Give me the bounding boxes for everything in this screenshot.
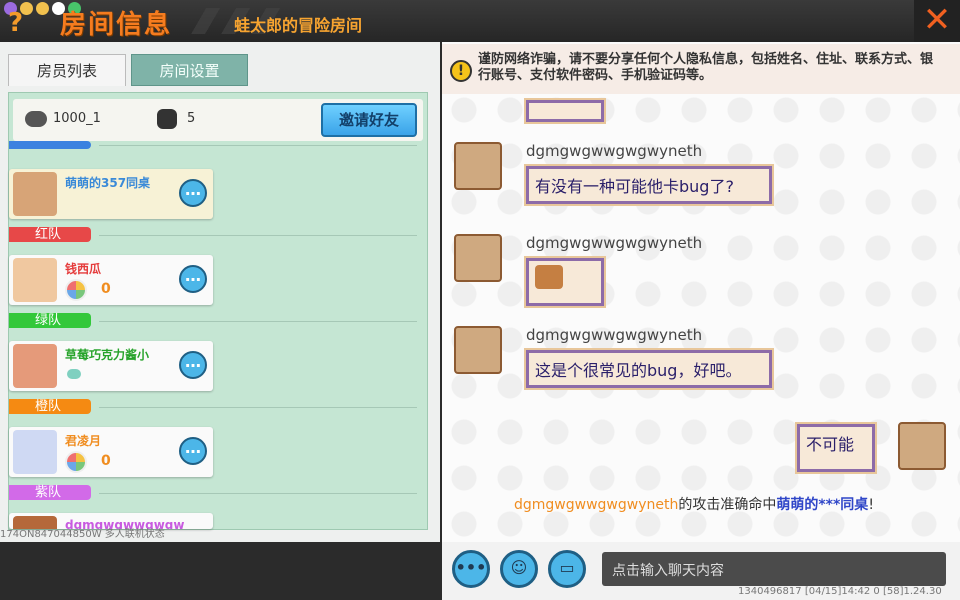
more-button[interactable]: ••• (452, 550, 490, 588)
chat-bubble-partial (526, 100, 604, 122)
meta-info: 1340496817 [04/15]14:42 0 [58]1.24.30 (738, 586, 942, 597)
member-list: 1000_1 5 邀请好友 萌萌的357同桌 … 红队 钱西瓜 0 … 绿队 草… (8, 92, 428, 530)
team-divider (99, 321, 417, 322)
tab-member-list[interactable]: 房员列表 (8, 54, 126, 86)
team-divider (99, 407, 417, 408)
avatar (13, 172, 57, 216)
team-divider (99, 235, 417, 236)
system-text: 的攻击准确命中 (678, 497, 777, 513)
chat-bubble-emoji (526, 258, 604, 306)
room-info-bar: 1000_1 5 邀请好友 (13, 99, 423, 141)
avatar (13, 430, 57, 474)
message-sender: dgmgwgwwgwgwyneth (526, 326, 703, 344)
avatar (13, 344, 57, 388)
member-name: 钱西瓜 (65, 262, 102, 276)
team-label-orange: 橙队 (9, 399, 91, 414)
close-button[interactable]: ✕ (914, 0, 960, 42)
invite-friend-button[interactable]: 邀请好友 (321, 103, 417, 137)
member-score: 0 (101, 281, 111, 297)
member-card[interactable]: 草莓巧克力酱小 … (9, 341, 213, 391)
fraud-warning: ! 谨防网络诈骗，请不要分享任何个人隐私信息，包括姓名、住址、联系方式、银行账号… (442, 44, 960, 94)
avatar (454, 142, 502, 190)
keyboard-button[interactable]: ▭ (548, 550, 586, 588)
system-end: ! (868, 497, 874, 513)
room-id: 1000_1 (53, 111, 101, 126)
cloud-server-icon (25, 111, 47, 127)
player-count: 5 (187, 111, 196, 126)
tab-room-settings[interactable]: 房间设置 (131, 54, 248, 86)
avatar (454, 326, 502, 374)
level-badge-icon (65, 279, 87, 301)
team-divider (99, 145, 417, 146)
chat-bubble-self: 不可能 (797, 424, 875, 472)
member-name: 草莓巧克力酱小 (65, 348, 150, 362)
warning-icon: ! (450, 60, 472, 82)
page-title: 房间信息 (60, 10, 173, 40)
member-panel: 房员列表 房间设置 1000_1 5 邀请好友 萌萌的357同桌 … 红队 钱西… (0, 42, 440, 542)
help-button[interactable]: ? (8, 8, 23, 38)
chat-bubble: 这是个很常见的bug，好吧。 (526, 350, 772, 388)
user-id: 1340496817 (738, 586, 802, 597)
avatar (454, 234, 502, 282)
message-sender: dgmgwgwwgwgwyneth (526, 142, 703, 160)
player-icon (157, 109, 177, 129)
title-bar: ? 房间信息 蛙太郎的冒险房间 ✕ (0, 0, 960, 42)
team-label-green: 绿队 (9, 313, 91, 328)
chat-bubble: 有没有一种可能他卡bug了? (526, 166, 772, 204)
cloud-badge-icon (67, 369, 81, 379)
member-name: 萌萌的357同桌 (65, 176, 151, 190)
member-card[interactable]: 钱西瓜 0 … (9, 255, 213, 305)
emoji-sticker-icon (535, 265, 563, 289)
team-divider (99, 493, 417, 494)
member-card[interactable]: 萌萌的357同桌 … (9, 169, 213, 219)
more-options-button[interactable]: … (179, 351, 207, 379)
member-card[interactable]: 君凌月 0 … (9, 427, 213, 477)
team-label-purple: 紫队 (9, 485, 91, 500)
member-score: 0 (101, 453, 111, 469)
more-options-button[interactable]: … (179, 265, 207, 293)
version: [58]1.24.30 (882, 586, 942, 597)
timestamp: [04/15]14:42 0 (804, 586, 880, 597)
more-options-button[interactable]: … (179, 179, 207, 207)
emoji-button[interactable]: ☺ (500, 550, 538, 588)
more-options-button[interactable]: … (179, 437, 207, 465)
message-sender: dgmgwgwwgwgwyneth (526, 234, 703, 252)
team-label-blue (9, 141, 91, 149)
status-icon (36, 2, 49, 15)
system-message: dgmgwgwwgwgwyneth的攻击准确命中萌萌的***同桌! (514, 494, 874, 514)
attacker-name: dgmgwgwwgwgwyneth (514, 497, 679, 513)
chat-input[interactable]: 点击输入聊天内容 (602, 552, 946, 586)
team-label-red: 红队 (9, 227, 91, 242)
self-avatar (898, 422, 946, 470)
room-name: 蛙太郎的冒险房间 (234, 16, 363, 35)
chat-panel: ! 谨防网络诈骗，请不要分享任何个人隐私信息，包括姓名、住址、联系方式、银行账号… (442, 42, 960, 542)
connection-status: 174ON847044850W 多人联机状态 (0, 529, 165, 540)
level-badge-icon (65, 451, 87, 473)
target-name: 萌萌的***同桌 (776, 497, 869, 513)
warning-text: 谨防网络诈骗，请不要分享任何个人隐私信息，包括姓名、住址、联系方式、银行账号、支… (478, 52, 934, 83)
avatar (13, 258, 57, 302)
member-name: 君凌月 (65, 434, 102, 448)
